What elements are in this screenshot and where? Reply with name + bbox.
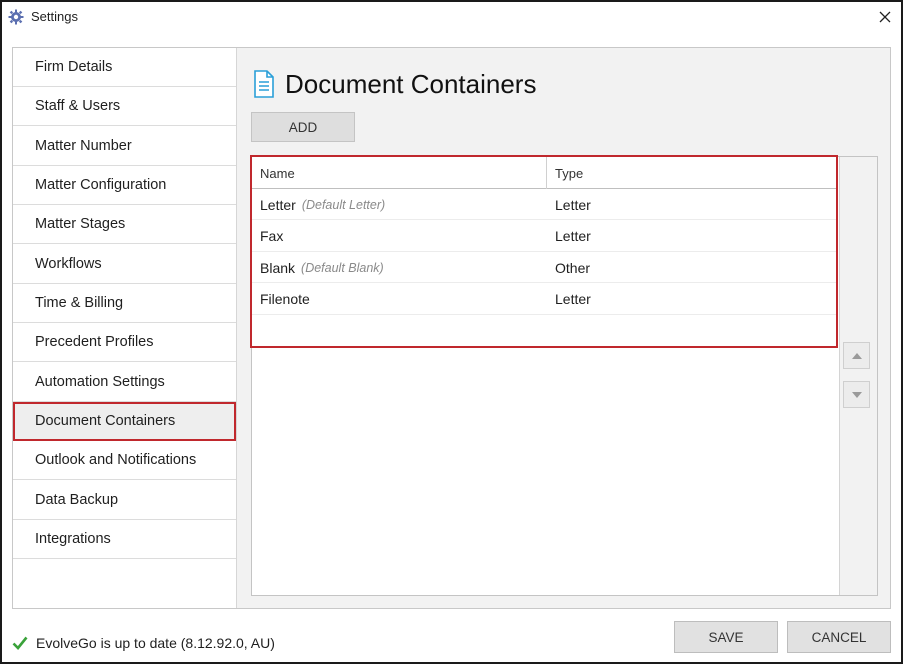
- sidebar-item-label: Matter Configuration: [35, 177, 167, 193]
- container-type: Letter: [555, 291, 591, 307]
- sidebar-item-data-backup[interactable]: Data Backup: [13, 481, 236, 520]
- page-heading: Document Containers: [253, 66, 536, 102]
- cell-name: Letter (Default Letter): [260, 189, 385, 220]
- title-bar: Settings: [2, 2, 901, 32]
- sidebar-item-label: Integrations: [35, 531, 111, 547]
- table-row[interactable]: Filenote Letter: [252, 284, 838, 315]
- close-button[interactable]: [870, 4, 900, 30]
- sidebar-item-label: Matter Stages: [35, 216, 126, 233]
- sidebar-item-precedent-profiles[interactable]: Precedent Profiles: [13, 323, 236, 363]
- sidebar-item-label: Automation Settings: [35, 373, 165, 390]
- sidebar-item-label: Matter Number: [35, 137, 132, 154]
- sidebar-item-workflows[interactable]: Workflows: [13, 245, 236, 284]
- table-row[interactable]: Blank (Default Blank) Other: [252, 252, 838, 283]
- page-title: Document Containers: [285, 68, 537, 99]
- close-icon: [879, 11, 891, 23]
- document-icon: [254, 70, 274, 98]
- sidebar-item-label: Document Containers: [35, 413, 176, 429]
- settings-sidebar: Firm Details Staff & Users Matter Number…: [13, 48, 237, 608]
- sidebar-item-label: Precedent Profiles: [35, 334, 154, 351]
- settings-content: Firm Details Staff & Users Matter Number…: [12, 47, 891, 609]
- move-down-button[interactable]: [843, 381, 870, 408]
- check-icon: [12, 636, 28, 650]
- save-button[interactable]: SAVE: [674, 621, 778, 653]
- sidebar-item-matter-configuration[interactable]: Matter Configuration: [13, 166, 236, 205]
- container-type: Other: [555, 259, 591, 276]
- table-header: Name Type: [252, 157, 838, 189]
- sidebar-item-label: Staff & Users: [35, 98, 121, 115]
- cell-name: Filenote: [260, 284, 310, 315]
- default-tag: (Default Letter): [301, 197, 386, 212]
- sidebar-item-time-billing[interactable]: Time & Billing: [13, 284, 236, 323]
- reorder-gutter: [839, 157, 877, 595]
- container-type: Letter: [555, 196, 591, 213]
- container-name: Filenote: [260, 291, 310, 307]
- sidebar-item-label: Workflows: [35, 255, 102, 272]
- container-type: Letter: [555, 228, 591, 244]
- update-status: EvolveGo is up to date (8.12.92.0, AU): [12, 632, 275, 654]
- cancel-button[interactable]: CANCEL: [787, 621, 891, 653]
- sidebar-item-document-containers[interactable]: Document Containers: [13, 402, 236, 441]
- add-button[interactable]: ADD: [251, 112, 355, 142]
- container-name: Letter: [260, 196, 296, 213]
- column-header-name[interactable]: Name: [260, 157, 295, 189]
- container-name: Fax: [260, 228, 284, 244]
- sidebar-item-matter-stages[interactable]: Matter Stages: [13, 205, 236, 245]
- cell-name: Blank (Default Blank): [260, 252, 384, 283]
- table-row[interactable]: Fax Letter: [252, 221, 838, 252]
- table-row[interactable]: Letter (Default Letter) Letter: [252, 189, 838, 220]
- default-tag: (Default Blank): [301, 260, 384, 275]
- sidebar-item-automation-settings[interactable]: Automation Settings: [13, 363, 236, 402]
- arrow-down-icon: [851, 391, 862, 398]
- sidebar-item-label: Outlook and Notifications: [35, 452, 197, 469]
- move-up-button[interactable]: [843, 342, 870, 369]
- cell-name: Fax: [260, 221, 283, 252]
- sidebar-item-label: Data Backup: [35, 491, 119, 508]
- sidebar-item-outlook-notifications[interactable]: Outlook and Notifications: [13, 441, 236, 481]
- arrow-up-icon: [851, 352, 862, 359]
- sidebar-item-staff-users[interactable]: Staff & Users: [13, 87, 236, 127]
- container-name: Blank: [260, 259, 296, 276]
- window-title: Settings: [31, 9, 78, 24]
- main-panel: Document Containers ADD Name Type Letter…: [237, 48, 890, 608]
- sidebar-item-label: Firm Details: [35, 59, 113, 75]
- settings-window: Settings Firm Details Staff & Users Matt…: [0, 0, 903, 664]
- sidebar-item-label: Time & Billing: [35, 295, 124, 311]
- column-header-type[interactable]: Type: [546, 157, 838, 189]
- sidebar-item-matter-number[interactable]: Matter Number: [13, 127, 236, 166]
- gear-icon: [8, 9, 24, 25]
- status-text: EvolveGo is up to date (8.12.92.0, AU): [36, 635, 275, 651]
- containers-table: Name Type Letter (Default Letter) Letter…: [251, 156, 878, 596]
- sidebar-item-firm-details[interactable]: Firm Details: [13, 48, 236, 87]
- sidebar-item-integrations[interactable]: Integrations: [13, 520, 236, 559]
